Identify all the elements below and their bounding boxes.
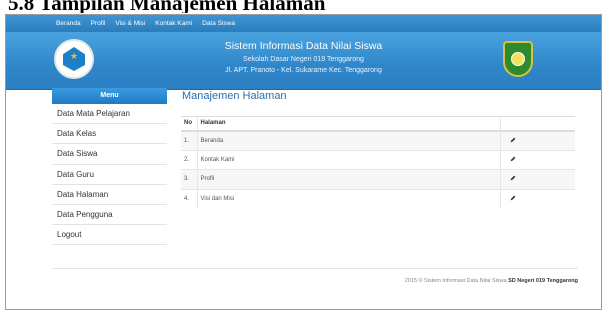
edit-button[interactable] bbox=[500, 130, 575, 150]
row-page-name: Visi dan Misi bbox=[197, 188, 501, 209]
site-banner: ★ Sistem Informasi Data Nilai Siswa Seko… bbox=[6, 32, 601, 90]
table-row: 2. Kontak Kami bbox=[181, 149, 575, 170]
page-footer: 2015 © Sistem Informasi Data Nilai Siswa… bbox=[52, 278, 578, 284]
page-title: Manajemen Halaman bbox=[182, 90, 287, 102]
row-number: 1. bbox=[181, 130, 198, 150]
row-page-name: Beranda bbox=[197, 130, 501, 150]
pages-table: No Halaman 1. Beranda 2. Kontak Kami 3. … bbox=[181, 116, 575, 209]
footer-copyright: 2015 © Sistem Informasi Data Nilai Siswa bbox=[404, 278, 507, 284]
nav-kontak-kami[interactable]: Kontak Kami bbox=[155, 20, 192, 27]
kutai-kartanegara-emblem bbox=[503, 41, 533, 77]
sidebar-menu: Menu Data Mata Pelajaran Data Kelas Data… bbox=[52, 88, 167, 246]
sidebar-item-data-pengguna[interactable]: Data Pengguna bbox=[52, 205, 167, 226]
menu-heading: Menu bbox=[52, 88, 167, 104]
row-number: 3. bbox=[181, 169, 198, 189]
nav-data-siswa[interactable]: Data Siswa bbox=[202, 20, 235, 27]
sidebar-item-data-halaman[interactable]: Data Halaman bbox=[52, 185, 167, 205]
table-row: 4. Visi dan Misi bbox=[181, 188, 575, 209]
sidebar-item-data-mata-pelajaran[interactable]: Data Mata Pelajaran bbox=[52, 104, 167, 125]
sidebar-item-logout[interactable]: Logout bbox=[52, 225, 167, 246]
footer-divider bbox=[52, 268, 578, 269]
table-row: 3. Profil bbox=[181, 169, 575, 189]
main-content: Manajemen Halaman No Halaman 1. Beranda … bbox=[181, 88, 576, 209]
edit-button[interactable] bbox=[500, 188, 575, 209]
table-row: 1. Beranda bbox=[181, 130, 575, 150]
nav-profil[interactable]: Profil bbox=[91, 20, 106, 27]
column-header-halaman: Halaman bbox=[197, 116, 501, 132]
pencil-icon[interactable] bbox=[510, 156, 516, 162]
sidebar-item-data-guru[interactable]: Data Guru bbox=[52, 165, 167, 185]
pencil-icon[interactable] bbox=[510, 175, 516, 181]
sidebar-item-data-kelas[interactable]: Data Kelas bbox=[52, 124, 167, 145]
sidebar-item-data-siswa[interactable]: Data Siswa bbox=[52, 144, 167, 165]
edit-button[interactable] bbox=[500, 149, 575, 170]
footer-school: SD Negeri 019 Tenggarong bbox=[508, 278, 578, 284]
pencil-icon[interactable] bbox=[510, 137, 516, 143]
row-page-name: Kontak Kami bbox=[197, 149, 501, 170]
nav-beranda[interactable]: Beranda bbox=[56, 20, 81, 27]
row-page-name: Profil bbox=[197, 169, 501, 189]
edit-button[interactable] bbox=[500, 169, 575, 189]
column-header-no: No bbox=[181, 116, 198, 132]
column-header-action bbox=[500, 116, 575, 132]
pencil-icon[interactable] bbox=[510, 195, 516, 201]
figure-caption: 5.8 Tampilan Manajemen Halaman bbox=[8, 0, 326, 13]
table-header-row: No Halaman bbox=[181, 116, 575, 132]
nav-visi-misi[interactable]: Visi & Misi bbox=[115, 20, 145, 27]
top-navigation: Beranda Profil Visi & Misi Kontak Kami D… bbox=[6, 15, 601, 32]
row-number: 2. bbox=[181, 149, 198, 170]
row-number: 4. bbox=[181, 188, 198, 209]
